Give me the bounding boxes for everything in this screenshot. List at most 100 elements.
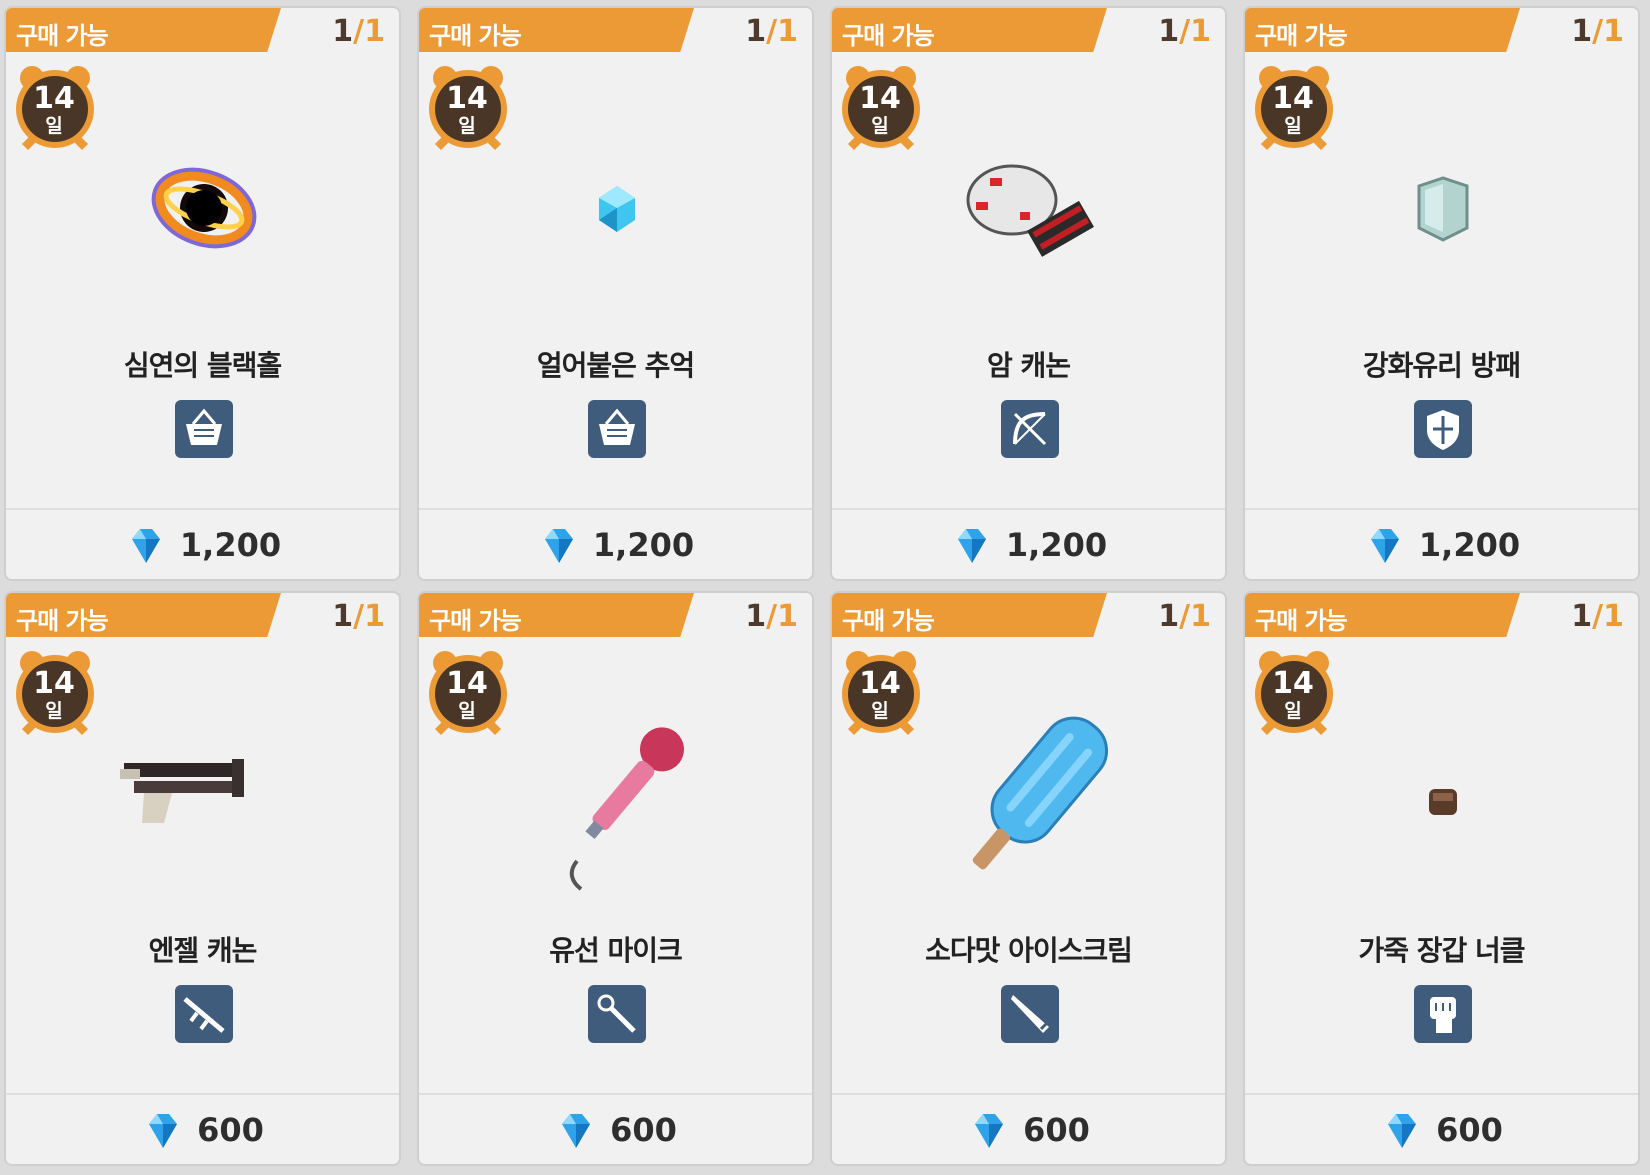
purchase-count-separator: / <box>1179 14 1191 49</box>
purchase-count-separator: / <box>766 599 778 634</box>
price-button[interactable]: 1,200 <box>1245 510 1638 579</box>
price-label: 600 <box>610 1110 677 1149</box>
duration-unit: 일 <box>1284 115 1302 137</box>
purchase-count-separator: / <box>766 14 778 49</box>
duration-days: 14 <box>446 81 488 116</box>
purchase-count: 1/1 <box>1158 14 1211 49</box>
purchase-count-max: 1 <box>1603 599 1624 634</box>
duration-days: 14 <box>1272 666 1314 701</box>
purchase-count-separator: / <box>1592 14 1604 49</box>
purchase-count-separator: / <box>1179 599 1191 634</box>
duration-unit: 일 <box>458 115 476 137</box>
duration-days: 14 <box>446 666 488 701</box>
shop-item-card[interactable]: 구매 가능 1/1 14 일 심연의 블랙홀 1,200 <box>4 6 401 581</box>
price-button[interactable]: 600 <box>1245 1095 1638 1164</box>
alarm-clock-icon: 14 일 <box>427 649 515 741</box>
availability-label: 구매 가능 <box>16 22 109 50</box>
purchase-count-current: 1 <box>745 14 767 49</box>
alarm-clock-icon: 14 일 <box>1253 64 1341 156</box>
duration-unit: 일 <box>871 700 889 722</box>
purchase-count: 1/1 <box>1571 599 1624 634</box>
diamond-icon <box>124 523 168 567</box>
price-label: 600 <box>1436 1110 1503 1149</box>
availability-label: 구매 가능 <box>1255 22 1348 50</box>
alarm-clock-icon: 14 일 <box>840 64 928 156</box>
item-name: 심연의 블랙홀 <box>123 349 282 382</box>
purchase-count-current: 1 <box>1571 14 1593 49</box>
purchase-count: 1/1 <box>332 14 385 49</box>
duration-days: 14 <box>859 81 901 116</box>
price-button[interactable]: 1,200 <box>832 510 1225 579</box>
shop-item-card[interactable]: 구매 가능 1/1 14 일 강화유리 방패 1,200 <box>1243 6 1640 581</box>
purchase-count: 1/1 <box>745 599 798 634</box>
purchase-count-max: 1 <box>777 14 798 49</box>
price-button[interactable]: 600 <box>832 1095 1225 1164</box>
price-label: 600 <box>1023 1110 1090 1149</box>
purchase-count-max: 1 <box>364 14 385 49</box>
shop-item-card[interactable]: 구매 가능 1/1 14 일 암 캐논 1,200 <box>830 6 1227 581</box>
duration-days: 14 <box>33 81 75 116</box>
popsicle-image <box>920 713 1140 893</box>
item-name: 강화유리 방패 <box>1362 349 1521 382</box>
availability-label: 구매 가능 <box>16 607 109 635</box>
sword-icon <box>1001 985 1059 1043</box>
availability-label: 구매 가능 <box>842 22 935 50</box>
price-button[interactable]: 600 <box>6 1095 399 1164</box>
purchase-count: 1/1 <box>745 14 798 49</box>
purchase-count-current: 1 <box>332 14 354 49</box>
availability-label: 구매 가능 <box>1255 607 1348 635</box>
item-name: 엔젤 캐논 <box>148 934 258 967</box>
purchase-count-current: 1 <box>1158 14 1180 49</box>
purchase-count-current: 1 <box>745 599 767 634</box>
duration-unit: 일 <box>1284 700 1302 722</box>
purchase-count: 1/1 <box>1571 14 1624 49</box>
glass-shield-image <box>1333 128 1553 308</box>
item-name: 가죽 장갑 너클 <box>1358 934 1525 967</box>
alarm-clock-icon: 14 일 <box>1253 649 1341 741</box>
duration-days: 14 <box>33 666 75 701</box>
purchase-count-current: 1 <box>332 599 354 634</box>
shield-icon <box>1414 400 1472 458</box>
staff-icon <box>588 985 646 1043</box>
shop-grid: 구매 가능 1/1 14 일 심연의 블랙홀 1,200 구매 가능 1/1 1… <box>0 0 1650 1175</box>
diamond-icon <box>537 523 581 567</box>
microphone-image <box>507 713 727 893</box>
fist-icon <box>1414 985 1472 1043</box>
alarm-clock-icon: 14 일 <box>840 649 928 741</box>
shop-item-card[interactable]: 구매 가능 1/1 14 일 가죽 장갑 너클 600 <box>1243 591 1640 1166</box>
shop-item-card[interactable]: 구매 가능 1/1 14 일 유선 마이크 600 <box>417 591 814 1166</box>
purchase-count-max: 1 <box>777 599 798 634</box>
availability-label: 구매 가능 <box>842 607 935 635</box>
purchase-count-max: 1 <box>364 599 385 634</box>
diamond-icon <box>1363 523 1407 567</box>
duration-unit: 일 <box>45 115 63 137</box>
item-name: 얼어붙은 추억 <box>536 349 695 382</box>
purchase-count-current: 1 <box>1158 599 1180 634</box>
price-button[interactable]: 1,200 <box>6 510 399 579</box>
item-name: 유선 마이크 <box>549 934 683 967</box>
purchase-count: 1/1 <box>332 599 385 634</box>
price-button[interactable]: 1,200 <box>419 510 812 579</box>
ice-gem-image <box>507 128 727 308</box>
price-label: 1,200 <box>1005 525 1108 564</box>
price-label: 1,200 <box>592 525 695 564</box>
shop-item-card[interactable]: 구매 가능 1/1 14 일 소다맛 아이스크림 600 <box>830 591 1227 1166</box>
price-label: 1,200 <box>179 525 282 564</box>
purchase-count-max: 1 <box>1190 14 1211 49</box>
basket-icon <box>588 400 646 458</box>
shop-item-card[interactable]: 구매 가능 1/1 14 일 얼어붙은 추억 1,200 <box>417 6 814 581</box>
bow-icon <box>1001 400 1059 458</box>
purchase-count-max: 1 <box>1603 14 1624 49</box>
price-label: 600 <box>197 1110 264 1149</box>
diamond-icon <box>141 1108 185 1152</box>
alarm-clock-icon: 14 일 <box>14 649 102 741</box>
knuckle-image <box>1333 713 1553 893</box>
purchase-count-separator: / <box>353 599 365 634</box>
diamond-icon <box>967 1108 1011 1152</box>
angel-cannon-image <box>94 713 314 893</box>
shop-item-card[interactable]: 구매 가능 1/1 14 일 엔젤 캐논 600 <box>4 591 401 1166</box>
price-button[interactable]: 600 <box>419 1095 812 1164</box>
black-hole-image <box>94 128 314 308</box>
price-label: 1,200 <box>1418 525 1521 564</box>
purchase-count-separator: / <box>1592 599 1604 634</box>
